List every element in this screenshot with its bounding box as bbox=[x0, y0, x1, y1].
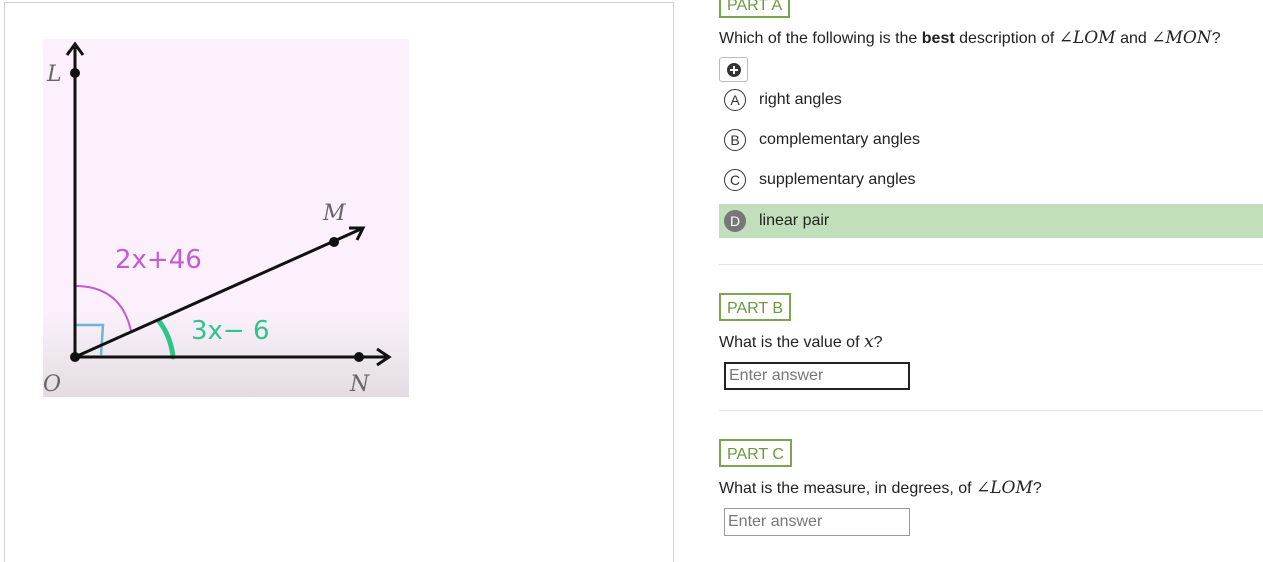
choice-letter-c: C bbox=[724, 169, 746, 191]
part-b-label: PART B bbox=[719, 293, 792, 321]
figure-panel: L M N O 2x+46 3x− 6 bbox=[4, 2, 674, 562]
question-text: ? bbox=[1211, 30, 1221, 47]
expression-mon: 3x− 6 bbox=[191, 316, 270, 346]
question-text: ? bbox=[873, 334, 883, 351]
choice-letter-d: D bbox=[724, 210, 746, 232]
question-text: and bbox=[1115, 30, 1152, 47]
choice-a[interactable]: A right angles bbox=[719, 83, 1263, 117]
question-bold-text: best bbox=[921, 30, 955, 47]
angle-diagram-svg: L M N O 2x+46 3x− 6 bbox=[43, 41, 392, 397]
question-text: What is the measure, in degrees, of bbox=[719, 480, 977, 497]
question-text: ? bbox=[1032, 480, 1042, 497]
part-c-label: PART C bbox=[719, 439, 792, 467]
choice-c[interactable]: C supplementary angles bbox=[719, 163, 1263, 197]
choice-letter-a: A bbox=[724, 89, 746, 111]
angle-lom-math: ∠LOM bbox=[1058, 28, 1116, 48]
angle-diagram: L M N O 2x+46 3x− 6 bbox=[43, 39, 409, 397]
part-b-question: What is the value of x? bbox=[719, 332, 882, 352]
label-n: N bbox=[349, 372, 370, 397]
angle-mon-math: ∠MON bbox=[1151, 28, 1212, 48]
part-c-answer-input[interactable] bbox=[724, 508, 910, 536]
choice-text-b: complementary angles bbox=[759, 131, 920, 148]
point-n bbox=[354, 352, 364, 362]
part-a-question: Which of the following is the best descr… bbox=[719, 28, 1221, 48]
point-l bbox=[70, 68, 80, 78]
choice-d[interactable]: D linear pair bbox=[719, 204, 1263, 238]
point-o bbox=[70, 352, 80, 362]
part-a-label: PART A bbox=[719, 0, 791, 18]
divider bbox=[719, 264, 1263, 265]
part-b-answer-input[interactable] bbox=[724, 362, 910, 390]
expression-lom: 2x+46 bbox=[115, 245, 202, 275]
choice-letter-b: B bbox=[724, 129, 746, 151]
questions-panel: PART A Which of the following is the bes… bbox=[719, 0, 1263, 550]
choice-text-a: right angles bbox=[759, 91, 842, 108]
part-c-question: What is the measure, in degrees, of ∠LOM… bbox=[719, 478, 1042, 498]
add-tool-button[interactable] bbox=[719, 57, 748, 82]
divider bbox=[719, 410, 1263, 411]
arc-mon bbox=[156, 318, 176, 360]
label-l: L bbox=[46, 62, 62, 87]
choice-b[interactable]: B complementary angles bbox=[719, 123, 1263, 157]
angle-lom-math: ∠LOM bbox=[976, 478, 1033, 498]
question-text: description of bbox=[954, 30, 1059, 47]
question-text: What is the value of bbox=[719, 334, 864, 351]
variable-x-math: x bbox=[863, 332, 874, 352]
point-m bbox=[329, 237, 339, 247]
plus-circle-icon bbox=[726, 62, 741, 77]
choice-text-d: linear pair bbox=[759, 212, 830, 229]
label-m: M bbox=[322, 201, 346, 226]
label-o: O bbox=[43, 372, 61, 397]
choice-text-c: supplementary angles bbox=[759, 171, 916, 188]
question-text: Which of the following is the bbox=[719, 30, 922, 47]
